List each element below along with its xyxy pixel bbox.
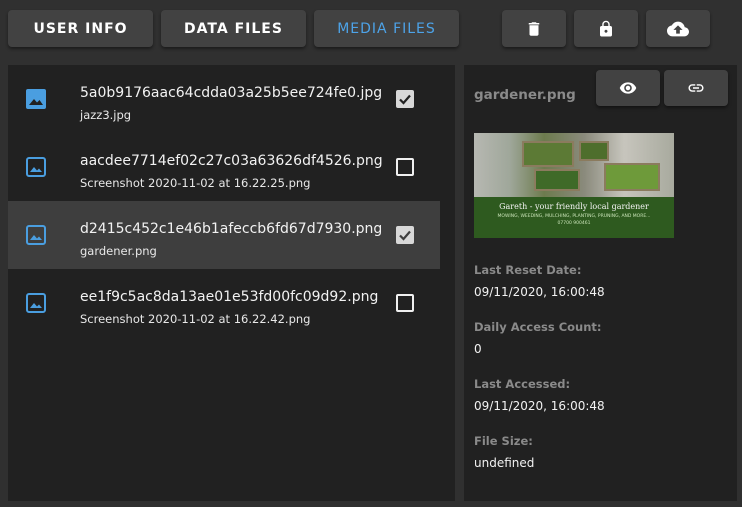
tab-media-files[interactable]: MEDIA FILES: [314, 10, 459, 47]
file-list-item[interactable]: ee1f9c5ac8da13ae01e53fd00fc09d92.png Scr…: [8, 269, 440, 337]
file-name: ee1f9c5ac8da13ae01e53fd00fc09d92.png: [80, 289, 379, 305]
image-preview: Gareth - your friendly local gardener MO…: [474, 133, 674, 238]
file-checkbox[interactable]: [396, 294, 414, 312]
preview-banner: Gareth - your friendly local gardener MO…: [474, 197, 674, 238]
file-original-name: Screenshot 2020-11-02 at 16.22.25.png: [80, 176, 311, 190]
preview-contact: 07700 900461: [557, 221, 591, 226]
last-reset-date-value: 09/11/2020, 16:00:48: [474, 285, 605, 299]
eye-icon: [619, 82, 637, 94]
file-name: d2415c452c1e46b1afeccb6fd67d7930.png: [80, 221, 383, 237]
tab-media-files-label: MEDIA FILES: [337, 20, 436, 37]
delete-icon: [528, 21, 540, 36]
copy-link-button[interactable]: [664, 70, 728, 106]
file-detail-panel: gardener.png Gareth - your friendly loca…: [464, 65, 737, 501]
file-original-name: jazz3.jpg: [80, 108, 132, 122]
daily-access-count-value: 0: [474, 342, 482, 356]
image-icon: [26, 293, 46, 313]
file-original-name: Screenshot 2020-11-02 at 16.22.42.png: [80, 312, 311, 326]
file-list-item[interactable]: aacdee7714ef02c27c03a63626df4526.png Scr…: [8, 133, 440, 201]
file-list-panel: 5a0b9176aac64cdda03a25b5ee724fe0.jpg jaz…: [8, 65, 455, 501]
last-accessed-value: 09/11/2020, 16:00:48: [474, 399, 605, 413]
file-checkbox[interactable]: [396, 226, 414, 244]
file-name: aacdee7714ef02c27c03a63626df4526.png: [80, 153, 383, 169]
file-list-item[interactable]: d2415c452c1e46b1afeccb6fd67d7930.png gar…: [8, 201, 440, 269]
file-size-label: File Size:: [474, 434, 533, 448]
image-icon: [26, 157, 46, 177]
tab-user-info[interactable]: USER INFO: [8, 10, 153, 47]
cloud-upload-icon: [667, 21, 689, 36]
detail-title: gardener.png: [474, 87, 576, 103]
daily-access-count-label: Daily Access Count:: [474, 320, 602, 334]
tab-data-files[interactable]: DATA FILES: [161, 10, 306, 47]
image-icon: [26, 89, 46, 109]
lock-icon: [600, 20, 612, 36]
file-checkbox[interactable]: [396, 158, 414, 176]
preview-headline: Gareth - your friendly local gardener: [499, 202, 649, 211]
preview-services: MOWING, WEEDING, MULCHING, PLANTING, PRU…: [497, 214, 651, 219]
file-original-name: gardener.png: [80, 244, 157, 258]
file-size-value: undefined: [474, 456, 535, 470]
link-icon: [688, 84, 704, 92]
last-accessed-label: Last Accessed:: [474, 377, 571, 391]
file-list-item[interactable]: 5a0b9176aac64cdda03a25b5ee724fe0.jpg jaz…: [8, 65, 440, 133]
tab-user-info-label: USER INFO: [33, 20, 128, 37]
last-reset-date-label: Last Reset Date:: [474, 263, 582, 277]
image-icon: [26, 225, 46, 245]
upload-button[interactable]: [646, 10, 710, 47]
tab-data-files-label: DATA FILES: [184, 20, 283, 37]
file-checkbox[interactable]: [396, 90, 414, 108]
lock-button[interactable]: [574, 10, 638, 47]
file-name: 5a0b9176aac64cdda03a25b5ee724fe0.jpg: [80, 85, 383, 101]
delete-button[interactable]: [502, 10, 566, 47]
view-button[interactable]: [596, 70, 660, 106]
